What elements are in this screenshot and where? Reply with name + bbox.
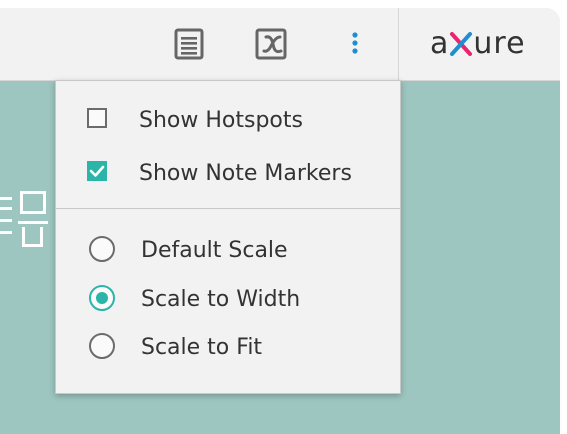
logo-x-mark bbox=[449, 27, 473, 56]
scale-to-width-label: Scale to Width bbox=[141, 287, 301, 312]
logo-text-end: ure bbox=[473, 26, 526, 61]
show-note-markers-label: Show Note Markers bbox=[139, 161, 352, 186]
radio-selected-dot bbox=[96, 292, 108, 304]
logo-text-start: a bbox=[430, 26, 450, 61]
menu-item-show-note-markers[interactable]: Show Note Markers bbox=[56, 153, 400, 193]
more-button[interactable] bbox=[340, 26, 370, 60]
scale-to-fit-radio[interactable] bbox=[89, 333, 115, 359]
variables-button[interactable] bbox=[254, 26, 288, 60]
more-vertical-icon bbox=[352, 32, 358, 54]
partial-glyph-graphic bbox=[0, 191, 48, 247]
toolbar-divider bbox=[398, 8, 399, 80]
view-options-menu: Show Hotspots Show Note Markers Default … bbox=[55, 80, 401, 394]
scale-to-width-radio[interactable] bbox=[89, 285, 115, 311]
axure-logo: a ure bbox=[430, 24, 526, 64]
notes-list-icon bbox=[174, 28, 204, 60]
notes-button[interactable] bbox=[172, 26, 206, 60]
show-hotspots-label: Show Hotspots bbox=[139, 108, 303, 133]
scale-to-fit-label: Scale to Fit bbox=[141, 335, 263, 360]
show-note-markers-checkbox[interactable] bbox=[87, 161, 107, 181]
variable-x-icon bbox=[255, 28, 287, 60]
menu-item-default-scale[interactable]: Default Scale bbox=[56, 230, 400, 270]
show-hotspots-checkbox[interactable] bbox=[87, 108, 107, 128]
menu-item-scale-to-width[interactable]: Scale to Width bbox=[56, 279, 400, 319]
menu-divider bbox=[56, 208, 400, 209]
menu-item-show-hotspots[interactable]: Show Hotspots bbox=[56, 100, 400, 140]
default-scale-radio[interactable] bbox=[89, 236, 115, 262]
default-scale-label: Default Scale bbox=[141, 238, 288, 263]
menu-item-scale-to-fit[interactable]: Scale to Fit bbox=[56, 327, 400, 367]
toolbar: a ure bbox=[0, 8, 560, 81]
checkmark-icon bbox=[89, 165, 105, 177]
